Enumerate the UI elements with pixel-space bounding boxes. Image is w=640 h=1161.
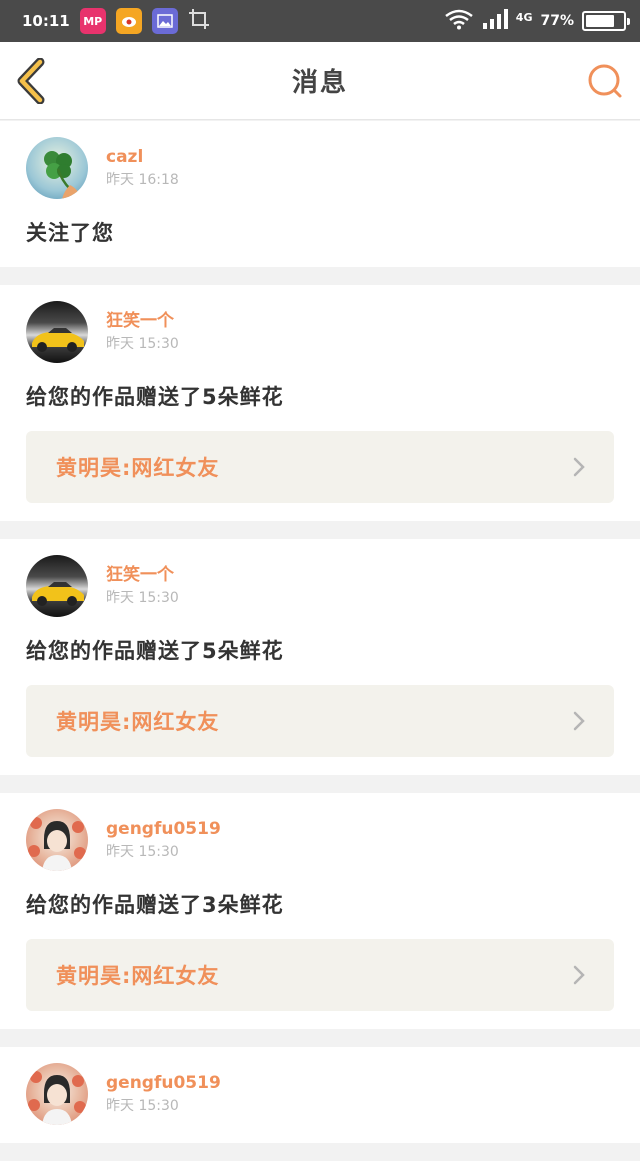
avatar[interactable] xyxy=(26,137,88,199)
wifi-icon xyxy=(444,8,474,34)
back-button[interactable] xyxy=(14,57,54,105)
work-title: 黄明昊:网红女友 xyxy=(56,964,220,988)
author-name[interactable]: gengfu0519 xyxy=(106,817,221,841)
work-link[interactable]: 黄明昊:网红女友 xyxy=(26,685,614,757)
author-name[interactable]: 狂笑一个 xyxy=(106,309,179,333)
author-name[interactable]: cazl xyxy=(106,145,179,169)
work-title: 黄明昊:网红女友 xyxy=(56,710,220,734)
message-text: 给您的作品赠送了5朵鲜花 xyxy=(26,385,284,409)
message-text: 给您的作品赠送了5朵鲜花 xyxy=(26,639,284,663)
message-card[interactable]: 狂笑一个 昨天 15:30 给您的作品赠送了5朵鲜花 黄明昊:网红女友 xyxy=(0,539,640,775)
message-time: 昨天 16:18 xyxy=(106,172,179,188)
message-text: 关注了您 xyxy=(26,221,114,245)
message-card[interactable]: 狂笑一个 昨天 15:30 给您的作品赠送了5朵鲜花 黄明昊:网红女友 xyxy=(0,285,640,521)
weibo-app-icon xyxy=(115,8,142,34)
chevron-right-icon xyxy=(573,965,585,985)
girl-portrait-icon xyxy=(28,817,86,871)
avatar[interactable] xyxy=(26,301,88,363)
status-bar: 10:11 MP 4G 77% xyxy=(0,0,640,42)
nav-bar: 消息 xyxy=(0,42,640,120)
chevron-right-icon xyxy=(573,457,585,477)
message-card[interactable]: cazl 昨天 16:18 关注了您 xyxy=(0,121,640,267)
work-link[interactable]: 黄明昊:网红女友 xyxy=(26,431,614,503)
battery-icon xyxy=(582,11,630,31)
search-icon xyxy=(588,64,622,98)
clock: 10:11 xyxy=(22,12,70,30)
message-card[interactable]: gengfu0519 昨天 15:30 给您的作品赠送了3朵鲜花 黄明昊:网红女… xyxy=(0,793,640,1029)
message-time: 昨天 15:30 xyxy=(106,1098,179,1114)
girl-portrait-icon xyxy=(28,1071,86,1125)
gallery-app-icon xyxy=(151,8,178,34)
search-button[interactable] xyxy=(586,62,624,100)
work-title: 黄明昊:网红女友 xyxy=(56,456,220,480)
message-time: 昨天 15:30 xyxy=(106,590,179,606)
battery-percent: 77% xyxy=(540,13,574,29)
car-icon xyxy=(32,582,84,606)
message-list: cazl 昨天 16:18 关注了您 狂笑一个 昨天 15:30 给您的作品赠送… xyxy=(0,121,640,1161)
car-icon xyxy=(32,328,84,352)
author-name[interactable]: 狂笑一个 xyxy=(106,563,179,587)
network-type: 4G xyxy=(515,10,533,24)
page-title: 消息 xyxy=(291,68,348,98)
avatar[interactable] xyxy=(26,1063,88,1125)
message-time: 昨天 15:30 xyxy=(106,336,179,352)
chevron-left-icon xyxy=(17,57,45,105)
battery-fill xyxy=(586,15,614,27)
crop-icon xyxy=(188,8,210,34)
work-link[interactable]: 黄明昊:网红女友 xyxy=(26,939,614,1011)
chevron-right-icon xyxy=(573,711,585,731)
clover-icon xyxy=(44,151,82,199)
message-card[interactable]: gengfu0519 昨天 15:30 xyxy=(0,1047,640,1143)
message-time: 昨天 15:30 xyxy=(106,844,179,860)
avatar[interactable] xyxy=(26,555,88,617)
author-name[interactable]: gengfu0519 xyxy=(106,1071,221,1095)
signal-icon xyxy=(482,8,508,34)
avatar[interactable] xyxy=(26,809,88,871)
message-text: 给您的作品赠送了3朵鲜花 xyxy=(26,893,284,917)
mp-app-icon: MP xyxy=(79,8,106,34)
